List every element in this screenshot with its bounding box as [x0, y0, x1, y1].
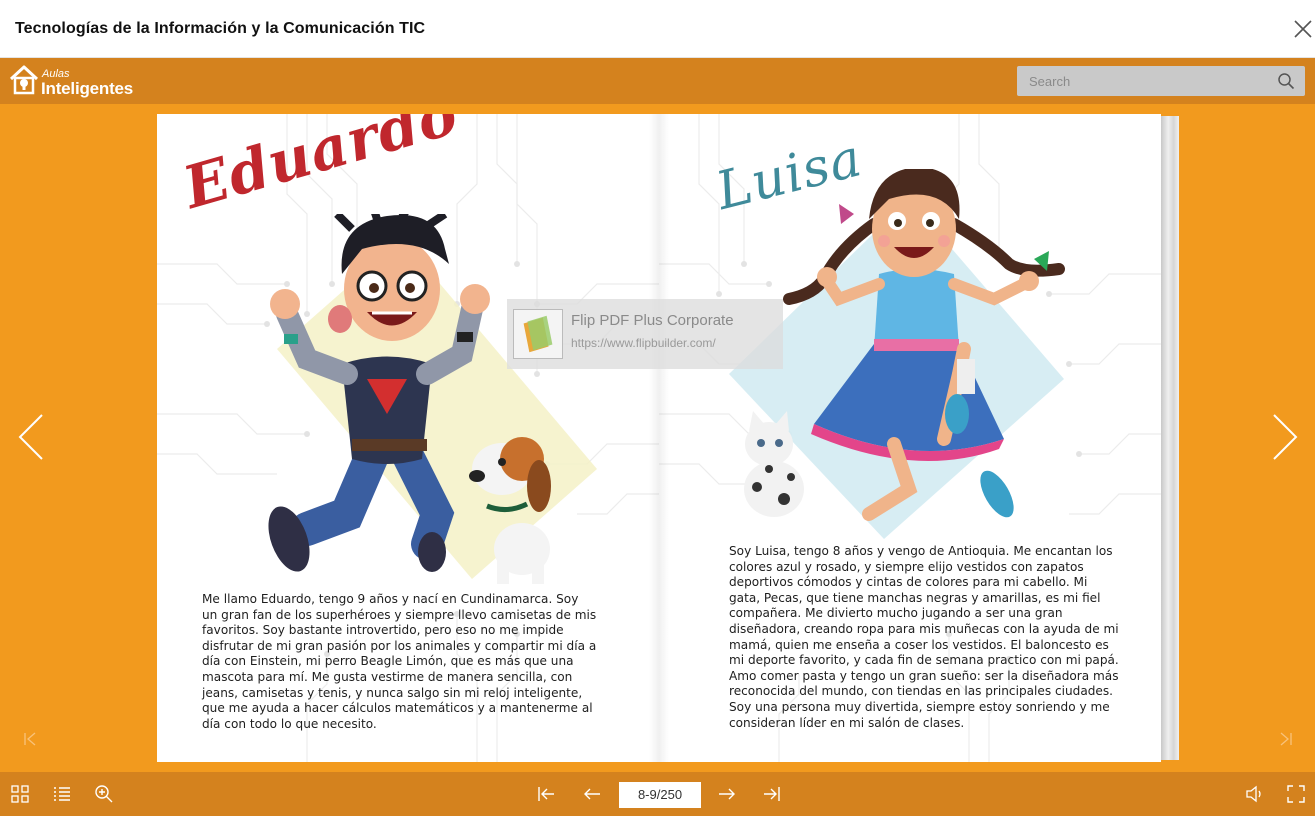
- search-icon[interactable]: [1277, 72, 1295, 90]
- close-icon[interactable]: [1291, 17, 1315, 41]
- first-page-icon[interactable]: [536, 784, 556, 804]
- luisa-bio: Soy Luisa, tengo 8 años y vengo de Antio…: [729, 544, 1119, 730]
- search-box: [1017, 66, 1305, 96]
- first-page-small-icon[interactable]: [22, 731, 38, 747]
- window-titlebar: Tecnologías de la Información y la Comun…: [0, 0, 1315, 58]
- brand-logo: Aulas Inteligentes: [8, 64, 133, 98]
- watermark: Flip PDF Plus Corporate https://www.flip…: [507, 299, 783, 369]
- house-logo-icon: [9, 65, 39, 95]
- watermark-name: Flip PDF Plus Corporate: [571, 312, 734, 329]
- speaker-icon[interactable]: [1244, 784, 1264, 804]
- next-spread-arrow-icon[interactable]: [1270, 411, 1302, 463]
- top-toolbar: Aulas Inteligentes: [0, 58, 1315, 104]
- previous-page-icon[interactable]: [582, 784, 602, 804]
- previous-spread-arrow-icon[interactable]: [14, 411, 46, 463]
- window-title: Tecnologías de la Información y la Comun…: [15, 20, 426, 37]
- left-page[interactable]: Eduardo Me llamo Eduardo, tengo 9 años y…: [157, 114, 659, 762]
- fullscreen-icon[interactable]: [1286, 784, 1306, 804]
- watermark-url: https://www.flipbuilder.com/: [571, 336, 716, 350]
- book-spine: [649, 114, 669, 762]
- book-page-edges: [1161, 116, 1179, 760]
- last-page-icon[interactable]: [762, 784, 782, 804]
- brand-big-text: Inteligentes: [41, 79, 134, 98]
- flipbuilder-logo-icon: [513, 309, 563, 359]
- flipbook[interactable]: Eduardo Me llamo Eduardo, tengo 9 años y…: [157, 114, 1179, 762]
- zoom-in-icon[interactable]: [94, 784, 114, 804]
- search-input[interactable]: [1017, 66, 1267, 96]
- page-number-field[interactable]: 8-9/250: [619, 782, 701, 808]
- grid-icon[interactable]: [10, 784, 30, 804]
- next-page-icon[interactable]: [717, 784, 737, 804]
- eduardo-bio: Me llamo Eduardo, tengo 9 años y nací en…: [202, 592, 597, 731]
- last-page-small-icon[interactable]: [1278, 731, 1294, 747]
- list-icon[interactable]: [52, 784, 72, 804]
- book-stage: Eduardo Me llamo Eduardo, tengo 9 años y…: [0, 104, 1315, 772]
- right-page[interactable]: Luisa Soy Luisa, tengo 8 años y vengo de…: [659, 114, 1161, 762]
- bottom-toolbar: 8-9/250: [0, 772, 1315, 816]
- eduardo-illustration: [268, 214, 597, 584]
- luisa-illustration: [729, 169, 1065, 539]
